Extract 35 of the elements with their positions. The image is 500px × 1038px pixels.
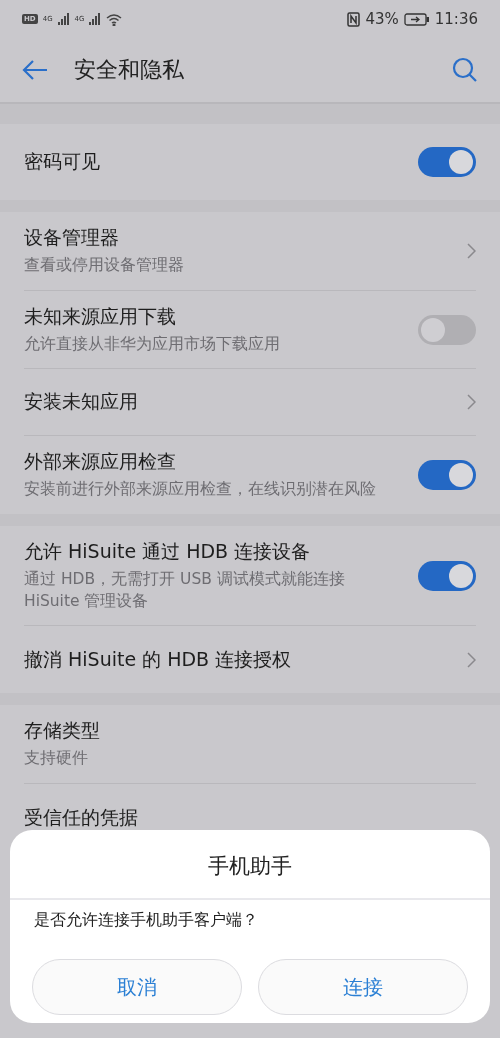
dialog-title: 手机助手 <box>10 830 490 900</box>
battery-icon <box>403 12 430 26</box>
chevron-right-icon <box>467 651 476 668</box>
setting-title: 安装未知应用 <box>24 389 139 415</box>
setting-title: 密码可见 <box>24 149 101 174</box>
setting-description: 允许直接从非华为应用市场下载应用 <box>24 333 281 355</box>
dialog-message: 是否允许连接手机助手客户端？ <box>33 909 259 931</box>
clock: 11:36 <box>434 10 478 28</box>
dialog-button[interactable]: 取消 <box>32 959 242 1015</box>
setting-description: 通过 HDB，无需打开 USB 调试模式就能连接 HiSuite 管理设备 <box>24 569 346 612</box>
toggle-switch[interactable] <box>418 147 476 177</box>
setting-title: 受信任的凭据 <box>24 804 139 830</box>
setting-description: 查看或停用设备管理器 <box>24 255 185 276</box>
page-title: 安全和隐私 <box>74 56 185 84</box>
setting-title: 存储类型 <box>24 718 101 744</box>
signal-icon <box>57 13 70 25</box>
setting-title: 设备管理器 <box>24 225 120 250</box>
toggle-switch[interactable] <box>418 314 476 345</box>
setting-description: 安装前进行外部来源应用检查，在线识别潜在风险 <box>24 479 377 501</box>
setting-title: 允许 HiSuite 通过 HDB 连接设备 <box>24 539 312 565</box>
search-icon[interactable] <box>452 57 478 83</box>
nfc-icon <box>347 11 361 27</box>
chevron-right-icon <box>467 394 476 411</box>
toggle-switch[interactable] <box>418 560 476 591</box>
back-arrow-icon[interactable] <box>22 59 48 81</box>
setting-title: 外部来源应用检查 <box>24 449 177 475</box>
setting-title: 未知来源应用下载 <box>24 303 177 329</box>
toggle-switch[interactable] <box>418 460 476 491</box>
chevron-right-icon <box>467 242 476 259</box>
setting-title: 撤消 HiSuite 的 HDB 连接授权 <box>24 646 293 672</box>
wifi-icon <box>106 12 123 26</box>
battery-percent: 43% <box>365 10 399 28</box>
signal-icon <box>89 13 102 25</box>
dialog-button[interactable]: 连接 <box>258 959 468 1015</box>
setting-description: 支持硬件 <box>24 748 89 770</box>
